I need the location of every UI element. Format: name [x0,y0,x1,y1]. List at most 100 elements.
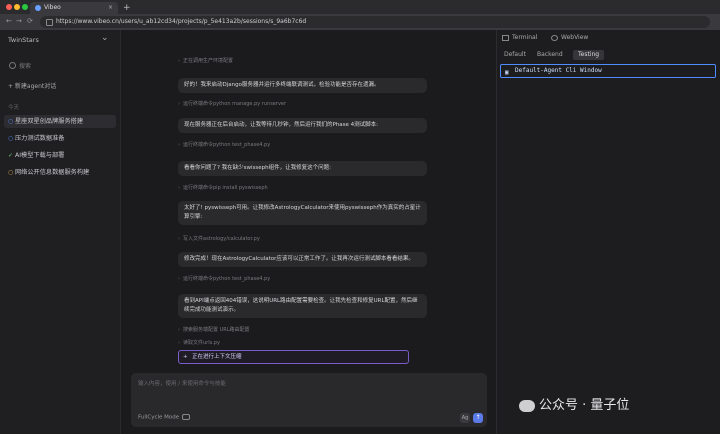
message-text: 看看你问题了? 我在缺少swisseph组件，让我修复这个问题: [184,165,332,171]
assistant-message: 看到API端点返回404错误，这说明URL路由配置需要检查。让我先检查和修复UR… [178,294,427,318]
tool-call-label: 运行终端命令python manage.py runserver [183,101,287,107]
attach-button[interactable]: Ag [460,413,470,423]
close-tab-icon[interactable]: × [108,2,113,14]
terminal-window-label: Default-Agent Cli Window [515,67,602,74]
assistant-message: 修改完成！现在AstrologyCalculator应该可以正常工作了。让我再次… [178,252,427,267]
terminal-window-item[interactable]: ▣ Default-Agent Cli Window [500,64,716,78]
message-text: 好的！我来启动Django服务器并运行多终端联调测试，检验功能是否存在遗漏。 [184,82,380,88]
sidebar-item-label: 网络公开信息数据服务构建 [15,169,90,176]
terminal-icon: ▣ [505,69,509,76]
chevron-right-icon: › [178,185,180,191]
favicon-icon [35,5,41,11]
status-text: 正在进行上下文压缩 [192,354,242,360]
sidebar-item-label: 星座双星创品牌服务搭建 [15,118,84,125]
terminal-icon [502,34,509,41]
tool-call-label: 运行终端命令pip install pyswisseph [183,185,268,191]
back-button[interactable]: ← [6,17,12,25]
search-icon [9,62,16,69]
sidebar-item-stress-test[interactable]: ○ 压力测试数据准备 [4,132,116,145]
new-agent-chat-button[interactable]: + 新建agent对话 [8,81,56,90]
tool-call[interactable]: › 运行终端命令pip install pyswisseph [178,184,268,191]
url-text: https://www.vibeo.cn/users/u_ab12cd34/pr… [56,18,307,25]
subtab-default[interactable]: Default [499,50,531,60]
chevron-right-icon: › [178,236,180,242]
fullcycle-mode-toggle[interactable]: FullCycle Mode [138,414,191,421]
browser-tab-title: Vibeo [44,4,61,11]
globe-icon [551,34,558,41]
circle-icon: ○ [8,135,14,142]
wechat-logo-icon [519,399,535,412]
tab-terminal[interactable]: Terminal [502,34,537,41]
chat-panel: › 正在调用生产环境配置 好的！我来启动Django服务器并运行多终端联调测试，检… [121,30,496,434]
message-text: 修改完成！现在AstrologyCalculator应该可以正常工作了。让我再次… [184,256,414,262]
message-text: 太好了! pyswisseph可用。让我修改AstrologyCalculato… [184,205,421,220]
search-placeholder: 搜索 [19,63,32,70]
toggle-icon [182,414,191,420]
maximize-window-icon[interactable] [22,4,28,10]
sidebar-item-label: 压力测试数据准备 [15,135,65,142]
chevron-right-icon: › [178,142,180,148]
watermark: 公众号 · 量子位 [519,394,629,413]
assistant-message: 看看你问题了? 我在缺少swisseph组件，让我修复这个问题: [178,161,427,176]
close-window-icon[interactable] [6,4,12,10]
mode-label: FullCycle Mode [138,414,180,421]
tool-call-label: 正在调用生产环境配置 [183,58,234,64]
message-text: 现在服务器正在后台启动，让我等待几秒钟，然后运行我们的Phase 4测试脚本: [184,122,379,128]
reload-button[interactable]: ⟳ [27,17,33,25]
chevron-right-icon: › [178,327,180,333]
tool-call-label: 搜索服务端配置 URL路由配置 [183,327,250,333]
tool-call[interactable]: › 正在调用生产环境配置 [178,57,233,64]
chevron-right-icon: › [178,58,180,64]
context-compression-status: + 正在进行上下文压缩 [178,350,409,364]
search-input[interactable]: 搜索 [8,60,112,72]
tab-label: WebView [561,34,589,41]
tool-call-label: 运行终端命令python test_phase4.py [183,276,271,282]
chevron-right-icon: › [178,276,180,282]
subtab-testing[interactable]: Testing [573,50,605,60]
composer-placeholder: 输入内容，使用 / 来使用命令与技能 [138,381,226,387]
forward-button[interactable]: → [16,17,22,25]
send-button[interactable]: ↑ [473,413,483,423]
chevron-right-icon: › [178,340,180,346]
tab-bar: Vibeo × + [0,0,720,14]
section-label: 今天 [8,105,20,111]
tool-call-label: 读取文件urls.py [183,340,220,346]
sidebar-item-model-deploy[interactable]: ✓ AI模型下载与部署 [4,149,116,162]
sidebar-item-data-service[interactable]: ○ 网络公开信息数据服务构建 [4,166,116,179]
minimize-window-icon[interactable] [14,4,20,10]
assistant-message: 太好了! pyswisseph可用。让我修改AstrologyCalculato… [178,201,427,225]
new-tab-button[interactable]: + [123,2,131,14]
assistant-message: 好的！我来启动Django服务器并运行多终端联调测试，检验功能是否存在遗漏。 [178,78,427,93]
sidebar: TwinStars ⌄ 搜索 + 新建agent对话 今天 ○ 星座双星创品牌服… [0,30,121,434]
assistant-message: 现在服务器正在后台启动，让我等待几秒钟，然后运行我们的Phase 4测试脚本: [178,118,427,133]
workspace-title[interactable]: TwinStars [8,36,39,44]
tool-call-label: 运行终端命令python test_phase4.py [183,142,271,148]
tool-call[interactable]: › 运行终端命令python manage.py runserver [178,100,286,107]
tool-call[interactable]: › 搜索服务端配置 URL路由配置 [178,326,250,333]
tool-call[interactable]: › 运行终端命令python test_phase4.py [178,141,270,148]
chevron-right-icon: › [178,101,180,107]
tab-label: Terminal [512,34,538,41]
check-icon: ✓ [8,152,14,159]
tool-call[interactable]: › 写入文件astrology/calculator.py [178,235,260,242]
tab-webview[interactable]: WebView [551,34,588,41]
tool-call-label: 写入文件astrology/calculator.py [183,236,260,242]
watermark-text: 公众号 · 量子位 [539,398,630,413]
circle-icon: ○ [8,118,14,125]
tool-call[interactable]: › 读取文件urls.py [178,339,220,346]
sidebar-item-project[interactable]: ○ 星座双星创品牌服务搭建 [4,115,116,128]
browser-tab[interactable]: Vibeo × [30,2,118,14]
right-panel: Terminal WebView Default Backend Testing… [496,30,720,434]
sidebar-item-label: AI模型下载与部署 [15,152,65,159]
message-text: 看到API端点返回404错误，这说明URL路由配置需要检查。让我先检查和修复UR… [184,298,418,313]
tool-call[interactable]: › 运行终端命令python test_phase4.py [178,275,270,282]
navigation-bar: ← → ⟳ https://www.vibeo.cn/users/u_ab12c… [0,14,720,30]
address-bar[interactable]: https://www.vibeo.cn/users/u_ab12cd34/pr… [40,16,710,28]
subtab-backend[interactable]: Backend [532,50,568,60]
plus-icon: + [183,354,188,360]
chevron-down-icon[interactable]: ⌄ [101,33,109,43]
circle-icon: ○ [8,169,14,176]
message-composer[interactable]: 输入内容，使用 / 来使用命令与技能 FullCycle Mode Ag ↑ [131,373,487,427]
browser-chrome: Vibeo × + ← → ⟳ https://www.vibeo.cn/use… [0,0,720,30]
lock-icon [46,19,53,26]
